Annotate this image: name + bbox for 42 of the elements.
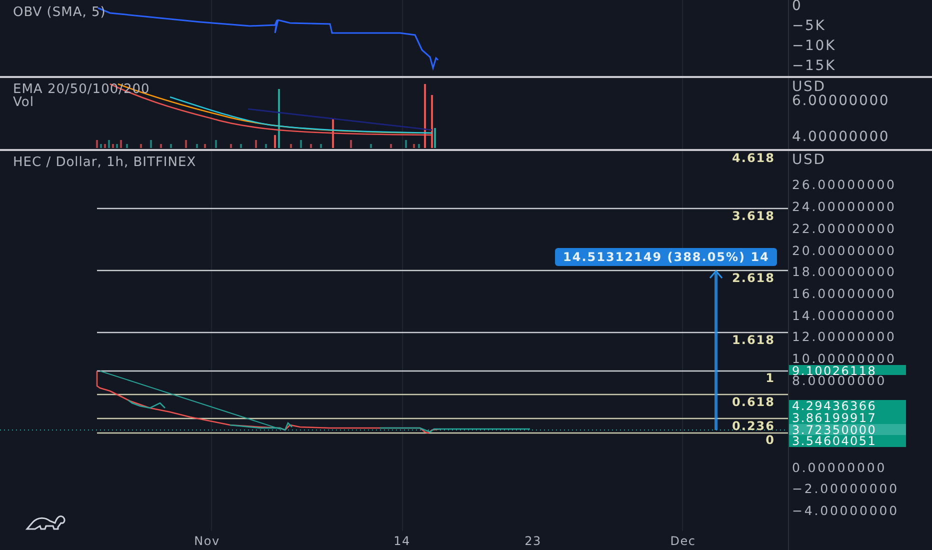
- measure-tooltip: 14.51312149 (388.05%) 14: [555, 248, 778, 266]
- symbol-legend: HEC / Dollar, 1h, BITFINEX: [13, 156, 196, 169]
- price-axis-label: 14.00000000: [792, 310, 896, 321]
- price-axis-label: 24.00000000: [792, 201, 896, 212]
- time-axis-label: 23: [524, 534, 542, 548]
- fib-level-label: 0: [766, 434, 775, 446]
- price-axis-label: 16.00000000: [792, 288, 896, 299]
- price-badge: 3.54604051: [789, 435, 906, 448]
- axis-label: −10K: [792, 40, 837, 53]
- axis-label: 6.00000000: [792, 94, 891, 108]
- price-badge: 4.29436366: [789, 400, 906, 412]
- time-axis-label: 14: [394, 534, 410, 548]
- price-axis-label: 18.00000000: [792, 266, 896, 278]
- price-badge: 9.10026118: [789, 364, 906, 375]
- price-axis-label: 26.00000000: [792, 179, 896, 190]
- currency-label: USD: [792, 153, 827, 167]
- price-axis-label: 10.00000000: [792, 353, 896, 364]
- price-badge: 3.86199917: [789, 412, 906, 424]
- fib-level-label: 1: [766, 372, 775, 384]
- price-axis-label: 12.00000000: [792, 331, 896, 342]
- currency-label: USD: [792, 80, 826, 94]
- fib-level-label: 1.618: [732, 334, 775, 346]
- axis-label: −5K: [792, 20, 827, 33]
- price-axis-label: −2.00000000: [792, 483, 899, 494]
- dinosaur-icon: [26, 516, 66, 530]
- fib-level-label: 4.618: [732, 152, 775, 164]
- volume-legend: Vol: [13, 96, 34, 109]
- time-axis-label: Nov: [194, 534, 220, 548]
- fib-level-label: 2.618: [732, 272, 775, 284]
- price-badge: 3.72350000: [789, 424, 906, 436]
- price-axis-label: 8.00000000: [792, 374, 887, 386]
- axis-label: −15K: [792, 60, 837, 73]
- axis-label: 4.00000000: [792, 130, 891, 144]
- price-axis-label: 20.00000000: [792, 244, 896, 256]
- price-axis-label: 22.00000000: [792, 222, 896, 234]
- fib-level-label: 3.618: [732, 210, 775, 222]
- time-axis-label: Dec: [670, 534, 696, 548]
- fib-level-label: 0.236: [732, 420, 775, 432]
- fib-level-label: 0.618: [732, 396, 775, 408]
- price-axis-label: 0.00000000: [792, 462, 887, 473]
- price-axis-label: −4.00000000: [792, 505, 899, 516]
- indicator-legend: OBV (SMA, 5): [13, 6, 106, 19]
